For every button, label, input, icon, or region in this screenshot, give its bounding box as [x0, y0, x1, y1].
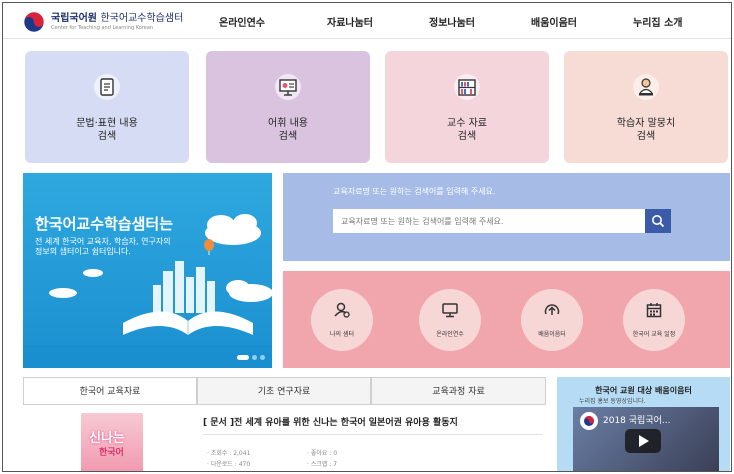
pager-dot[interactable]	[260, 355, 265, 360]
nav-info-sharing[interactable]: 정보나눔터	[429, 14, 475, 29]
featured-document-title[interactable]: [ 문서 ]전 세계 유아를 위한 신나는 한국어 일본어권 유아용 활동지	[203, 415, 458, 428]
quick-link-label: 나의 샘터	[330, 331, 354, 338]
upload-arrow-icon	[543, 301, 561, 319]
learner-at-desk-icon	[632, 73, 660, 101]
my-page-icon	[333, 301, 351, 319]
divider	[203, 434, 543, 435]
card-vocabulary-search[interactable]: 어휘 내용검색	[206, 51, 370, 163]
quick-link-label: 한국어 교육 일정	[632, 331, 676, 338]
intro-banner[interactable]: 한국어교수학습샘터는 전 세계 한국어 교육자, 학습자, 연구자의 정보의 샘…	[23, 173, 272, 368]
video-thumbnail-title: 2018 국립국어...	[603, 416, 671, 426]
search-button[interactable]	[645, 209, 671, 233]
tab-curriculum-resources[interactable]: 교육과정 자료	[371, 377, 546, 405]
quick-link-learning-link[interactable]: 배움이음터	[521, 289, 583, 351]
search-hint: 교육자료명 또는 원하는 검색어를 입력해 주세요.	[333, 187, 496, 196]
card-label-line1: 문법·표현 내용	[76, 118, 138, 129]
tab-basic-research-resources[interactable]: 기초 연구자료	[197, 377, 371, 405]
book-cover-subtitle: 한국어	[99, 448, 124, 458]
nav-site-intro[interactable]: 누리집 소개	[633, 14, 682, 29]
logo-site-name: 한국어교수학습샘터	[100, 12, 184, 24]
quick-link-online-training[interactable]: 온라인연수	[419, 289, 481, 351]
quick-link-my-page[interactable]: 나의 샘터	[311, 289, 373, 351]
play-button-icon[interactable]	[625, 429, 661, 453]
card-label-line2: 검색	[278, 131, 298, 142]
pager-dot[interactable]	[252, 355, 257, 360]
search-panel: 교육자료명 또는 원하는 검색어를 입력해 주세요.	[283, 173, 730, 261]
card-learner-corpus-search[interactable]: 학습자 말뭉치검색	[564, 51, 728, 163]
taegeuk-logo-icon	[23, 11, 45, 33]
quick-link-label: 배움이음터	[538, 331, 566, 338]
pager-dot-active[interactable]	[237, 355, 249, 360]
card-teaching-material-search[interactable]: 교수 자료검색	[385, 51, 549, 163]
promo-video-box: 한국어 교원 대상 배움이음터 누리집 홍보 동영상입니다. 2018 국립국어…	[557, 377, 730, 471]
video-thumbnail[interactable]: 2018 국립국어...	[573, 407, 719, 471]
card-label-line1: 교수 자료	[447, 118, 487, 129]
nav-learning-link[interactable]: 배움이음터	[531, 14, 577, 29]
card-label-line2: 검색	[457, 131, 477, 142]
view-count: · 조회수 : 2,041	[207, 450, 251, 457]
book-city-illustration	[23, 214, 272, 368]
card-label-line2: 검색	[97, 131, 117, 142]
nav-online-training[interactable]: 온라인연수	[219, 14, 265, 29]
card-label-line1: 학습자 말뭉치	[616, 118, 676, 129]
site-logo[interactable]: 국립국어원 한국어교수학습샘터 Center for Teaching and …	[23, 11, 183, 33]
page-frame: 국립국어원 한국어교수학습샘터 Center for Teaching and …	[2, 2, 732, 472]
banner-pager	[237, 355, 265, 360]
tab-panel: 신나는 한국어 [ 문서 ]전 세계 유아를 위한 신나는 한국어 일본어권 유…	[23, 404, 546, 471]
video-subtitle: 누리집 홍보 동영상입니다.	[579, 398, 646, 405]
search-input[interactable]	[333, 209, 645, 233]
top-header: 국립국어원 한국어교수학습샘터 Center for Teaching and …	[3, 3, 731, 39]
video-title: 한국어 교원 대상 배움이음터	[595, 386, 692, 395]
logo-org-name: 국립국어원	[51, 12, 97, 24]
scrap-count: · 스크랩 : 7	[307, 461, 338, 468]
card-label-line1: 어휘 내용	[268, 118, 308, 129]
download-count: · 다운로드 : 470	[207, 461, 251, 468]
presentation-board-icon	[274, 73, 302, 101]
nav-resource-sharing[interactable]: 자료나눔터	[327, 14, 373, 29]
quick-links-panel: 나의 샘터 온라인연수 배움이음터 한국어 교육 일정	[283, 271, 730, 368]
card-grammar-search[interactable]: 문법·표현 내용검색	[25, 51, 189, 163]
quick-link-label: 온라인연수	[436, 331, 464, 338]
resource-tabs: 한국어 교육자료 기초 연구자료 교육과정 자료 신나는 한국어 [ 문서 ]전…	[23, 377, 546, 471]
channel-logo-icon	[580, 412, 598, 430]
tab-korean-education-resources[interactable]: 한국어 교육자료	[23, 377, 197, 405]
document-list-icon	[93, 73, 121, 101]
featured-book-cover[interactable]: 신나는 한국어	[81, 413, 143, 471]
card-label-line2: 검색	[636, 131, 656, 142]
book-cover-title: 신나는	[89, 431, 125, 446]
bookshelf-icon	[453, 73, 481, 101]
calendar-icon	[645, 301, 663, 319]
like-count: · 좋아요 : 0	[307, 450, 338, 457]
search-icon	[652, 215, 665, 228]
monitor-icon	[441, 301, 459, 319]
logo-english-name: Center for Teaching and Learning Korean	[51, 24, 154, 31]
quick-link-education-schedule[interactable]: 한국어 교육 일정	[623, 289, 685, 351]
